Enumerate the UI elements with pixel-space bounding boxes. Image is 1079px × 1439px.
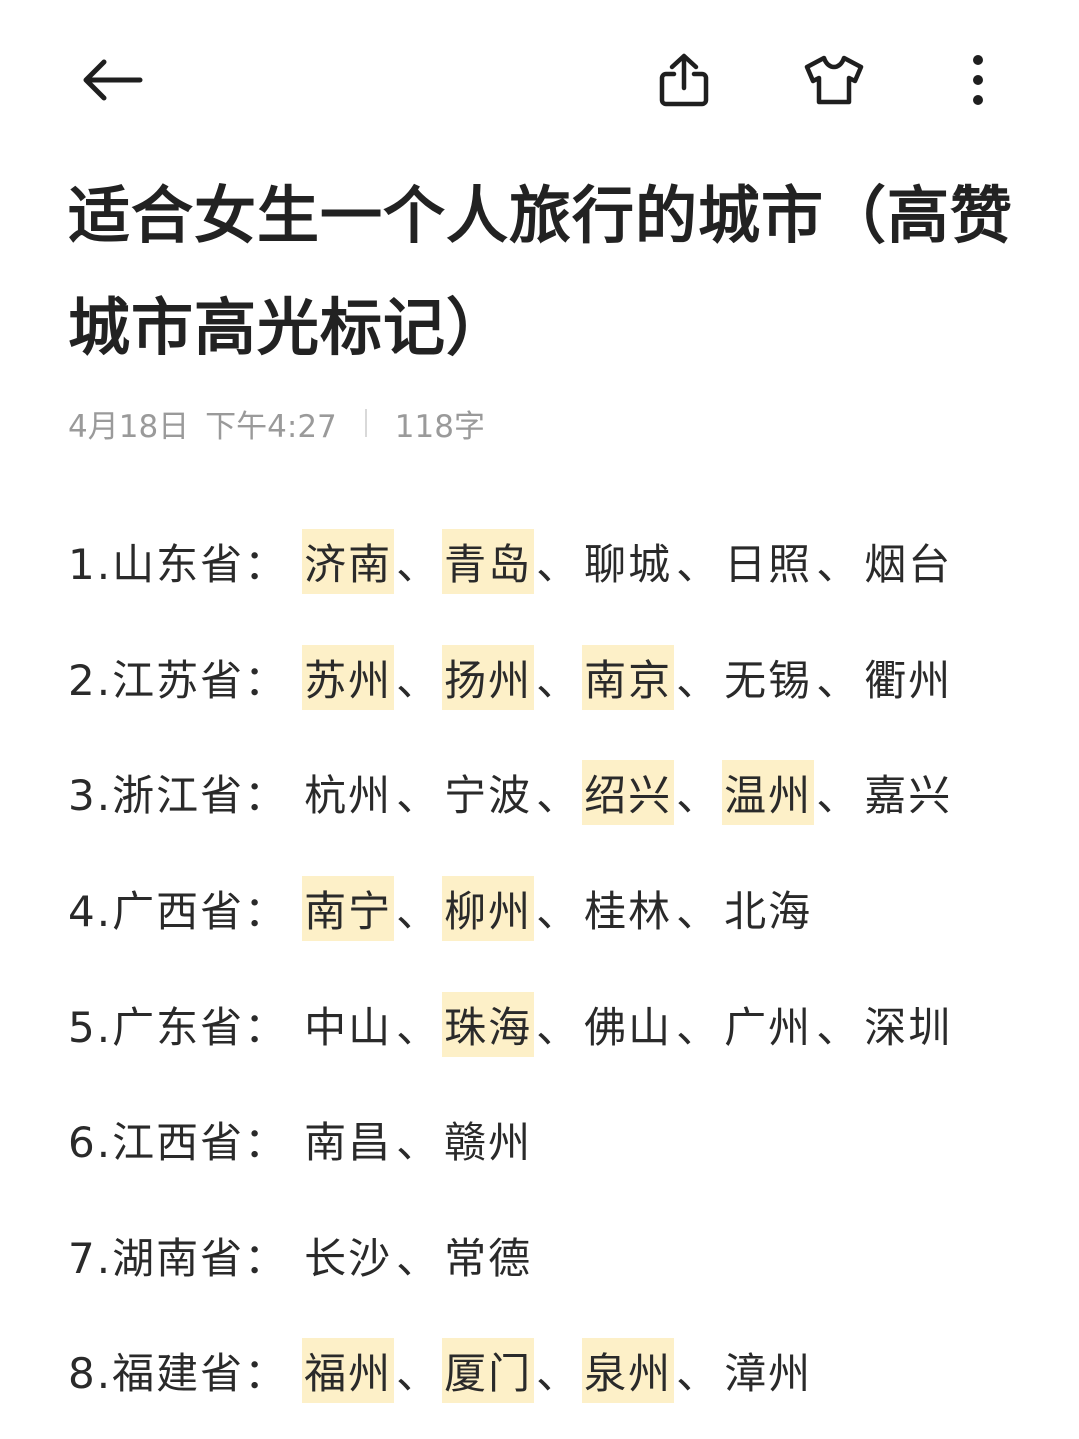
arrow-left-icon	[83, 59, 143, 101]
highlighted-city: 珠海	[442, 991, 535, 1057]
province-row: 5.广东省： 中山、珠海、佛山、广州、深圳	[68, 966, 1048, 1082]
province-row: 2.江苏省： 苏州、扬州、南京、无锡、衢州	[68, 620, 1048, 736]
city-separator: 、	[676, 655, 721, 705]
highlighted-city: 厦门	[442, 1338, 535, 1404]
highlighted-city: 泉州	[582, 1338, 675, 1404]
city-separator: 、	[536, 887, 581, 937]
city-name: 无锡	[724, 655, 813, 705]
back-button[interactable]	[72, 44, 152, 116]
city-separator: 、	[816, 1002, 861, 1052]
meta-divider	[364, 409, 367, 437]
province-label: 4.广西省：	[68, 887, 289, 937]
city-separator: 、	[536, 655, 581, 705]
share-button[interactable]	[648, 44, 720, 116]
province-row: 8.福建省： 福州、厦门、泉州、漳州	[68, 1313, 1048, 1429]
city-separator: 、	[396, 1118, 441, 1168]
city-separator: 、	[396, 1349, 441, 1399]
province-row: 3.浙江省： 杭州、宁波、绍兴、温州、嘉兴	[68, 735, 1048, 851]
province-label: 7.湖南省：	[68, 1233, 289, 1283]
note-date: 4月18日	[68, 408, 190, 445]
city-separator: 、	[676, 887, 721, 937]
province-label: 1.山东省：	[68, 540, 289, 590]
city-name: 长沙	[304, 1233, 393, 1283]
province-row: 1.山东省： 济南、青岛、聊城、日照、烟台	[68, 504, 1048, 620]
city-name: 赣州	[444, 1118, 533, 1168]
city-separator: 、	[396, 655, 441, 705]
province-label: 2.江苏省：	[68, 655, 289, 705]
more-options-button[interactable]	[948, 44, 1008, 116]
highlighted-city: 南京	[582, 644, 675, 710]
province-label: 8.福建省：	[68, 1349, 289, 1399]
more-vertical-icon	[973, 55, 983, 105]
city-name: 北海	[724, 887, 813, 937]
province-label: 5.广东省：	[68, 1002, 289, 1052]
city-separator: 、	[676, 1002, 721, 1052]
city-separator: 、	[816, 540, 861, 590]
province-label: 6.江西省：	[68, 1118, 289, 1168]
highlighted-city: 南宁	[302, 876, 395, 942]
city-separator: 、	[676, 1349, 721, 1399]
highlighted-city: 青岛	[442, 529, 535, 595]
tshirt-icon	[804, 55, 864, 105]
city-name: 桂林	[584, 887, 673, 937]
city-name: 漳州	[724, 1349, 813, 1399]
city-separator: 、	[396, 887, 441, 937]
city-separator: 、	[536, 1349, 581, 1399]
city-name: 南昌	[304, 1118, 393, 1168]
city-separator: 、	[396, 1233, 441, 1283]
city-separator: 、	[676, 771, 721, 821]
city-separator: 、	[536, 1002, 581, 1052]
city-name: 广州	[724, 1002, 813, 1052]
note-time: 下午4:27	[205, 408, 337, 445]
city-name: 嘉兴	[864, 771, 953, 821]
highlighted-city: 温州	[722, 760, 815, 826]
city-separator: 、	[816, 655, 861, 705]
city-name: 宁波	[444, 771, 533, 821]
city-separator: 、	[536, 540, 581, 590]
province-row: 4.广西省： 南宁、柳州、桂林、北海	[68, 851, 1048, 967]
city-separator: 、	[396, 540, 441, 590]
city-separator: 、	[396, 771, 441, 821]
city-name: 深圳	[864, 1002, 953, 1052]
note-meta: 4月18日 下午4:27 118字	[68, 400, 485, 446]
city-separator: 、	[396, 1002, 441, 1052]
province-row: 7.湖南省： 长沙、常德	[68, 1198, 1048, 1314]
highlighted-city: 绍兴	[582, 760, 675, 826]
city-name: 烟台	[864, 540, 953, 590]
share-icon	[659, 53, 709, 107]
city-name: 常德	[444, 1233, 533, 1283]
city-name: 日照	[724, 540, 813, 590]
city-name: 聊城	[584, 540, 673, 590]
province-label: 3.浙江省：	[68, 771, 289, 821]
city-separator: 、	[676, 540, 721, 590]
province-row: 6.江西省： 南昌、赣州	[68, 1082, 1048, 1198]
city-name: 中山	[304, 1002, 393, 1052]
top-toolbar	[0, 0, 1079, 160]
note-title: 适合女生一个人旅行的城市（高赞城市高光标记）	[68, 179, 1014, 364]
highlighted-city: 苏州	[302, 644, 395, 710]
city-name: 杭州	[304, 771, 393, 821]
city-separator: 、	[816, 771, 861, 821]
theme-button[interactable]	[796, 44, 872, 116]
province-list: 1.山东省： 济南、青岛、聊城、日照、烟台 2.江苏省： 苏州、扬州、南京、无锡、衢州…	[68, 504, 1048, 1429]
highlighted-city: 济南	[302, 529, 395, 595]
city-separator: 、	[536, 771, 581, 821]
city-name: 衢州	[864, 655, 953, 705]
highlighted-city: 福州	[302, 1338, 395, 1404]
city-name: 佛山	[584, 1002, 673, 1052]
word-count: 118字	[394, 408, 485, 445]
highlighted-city: 柳州	[442, 876, 535, 942]
highlighted-city: 扬州	[442, 644, 535, 710]
